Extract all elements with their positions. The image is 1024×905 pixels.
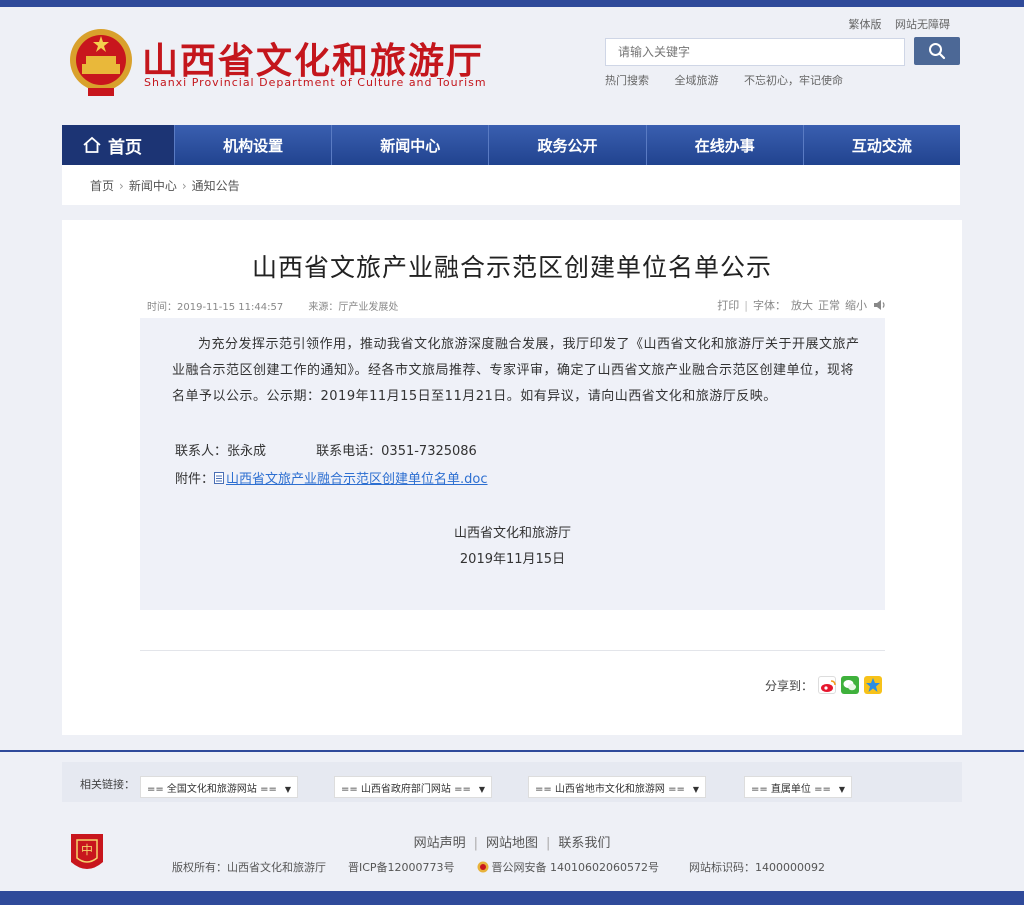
hot-word-link[interactable]: 不忘初心，牢记使命 (744, 74, 843, 87)
search-icon (929, 43, 946, 60)
doc-file-icon (214, 471, 225, 484)
wechat-icon[interactable] (841, 676, 859, 694)
breadcrumb-bar: 首页 › 新闻中心 › 通知公告 (62, 165, 960, 205)
footer-statement-link[interactable]: 网站声明 (414, 836, 466, 851)
caret-down-icon: ▼ (692, 785, 700, 794)
divider: | (546, 836, 551, 851)
breadcrumb-news[interactable]: 新闻中心 (129, 179, 177, 193)
select-provincial-departments-value: == 山西省政府部门网站 == (341, 784, 471, 795)
header: 山西省文化和旅游厅 Shanxi Provincial Department o… (62, 10, 962, 120)
article-source: 来源：厅产业发展处 (308, 302, 399, 313)
police-badge-icon (477, 861, 489, 873)
qzone-star-icon[interactable] (864, 676, 882, 694)
search-input[interactable] (605, 38, 905, 66)
top-strip (0, 0, 1024, 7)
nav-online-services[interactable]: 在线办事 (645, 125, 803, 165)
footer-contact-link[interactable]: 联系我们 (558, 836, 610, 851)
copyright-text: 版权所有：山西省文化和旅游厅 (172, 861, 326, 874)
search-button[interactable] (914, 37, 960, 65)
article: 山西省文旅产业融合示范区创建单位名单公示 时间：2019-11-15 11:44… (62, 220, 962, 735)
footer-info: 版权所有：山西省文化和旅游厅 晋ICP备12000773号 晋公网安备 1401… (172, 856, 848, 878)
divider: | (744, 298, 748, 312)
print-button[interactable]: 打印 (717, 297, 739, 313)
attachment-line: 附件： 山西省文旅产业融合示范区创建单位名单.doc (175, 468, 488, 487)
contact-person: 联系人：张永成 (175, 444, 267, 459)
site-id: 网站标识码：1400000092 (689, 861, 826, 874)
font-size-label: 字体： (753, 299, 786, 312)
select-city-sites-value: == 山西省地市文化和旅游网 == (535, 784, 685, 795)
article-title: 山西省文旅产业融合示范区创建单位名单公示 (251, 253, 772, 282)
nav-government-affairs[interactable]: 政务公开 (488, 125, 645, 165)
accessibility-link[interactable]: 网站无障碍 (895, 18, 950, 31)
share-bar: 分享到： (765, 676, 882, 694)
footer-divider (0, 750, 1024, 752)
attachment-link[interactable]: 山西省文旅产业融合示范区创建单位名单.doc (226, 468, 488, 487)
speaker-icon[interactable] (873, 299, 887, 311)
attachment-label: 附件： (175, 472, 215, 487)
breadcrumb-home[interactable]: 首页 (90, 179, 114, 193)
signature-org: 山西省文化和旅游厅 (453, 526, 571, 541)
hot-word-link[interactable]: 全域旅游 (675, 74, 719, 87)
font-smaller-button[interactable]: 缩小 (845, 297, 867, 313)
footer-sitemap-link[interactable]: 网站地图 (486, 836, 538, 851)
article-meta: 时间：2019-11-15 11:44:57 来源：厅产业发展处 (147, 298, 420, 313)
breadcrumb: 首页 › 新闻中心 › 通知公告 (90, 177, 240, 194)
nav-organization[interactable]: 机构设置 (174, 125, 331, 165)
bottom-strip (0, 891, 1024, 905)
article-tools: 打印 | 字体： 放大 正常 缩小 (717, 297, 887, 313)
select-national-sites[interactable]: == 全国文化和旅游网站 == ▼ (140, 776, 299, 798)
police-record[interactable]: 晋公网安备 14010602060572号 (477, 859, 681, 875)
select-affiliated-units-value: == 直属单位 == (751, 784, 831, 795)
font-normal-button[interactable]: 正常 (818, 297, 840, 313)
font-larger-button[interactable]: 放大 (791, 297, 813, 313)
publish-time: 时间：2019-11-15 11:44:57 (147, 302, 284, 313)
police-record-text: 晋公网安备 14010602060572号 (491, 861, 660, 874)
select-city-sites[interactable]: == 山西省地市文化和旅游网 == ▼ (528, 776, 707, 798)
contact-phone: 联系电话：0351-7325086 (316, 444, 477, 459)
top-links: 繁体版 网站无障碍 (839, 16, 951, 32)
main-nav: 首页 机构设置 新闻中心 政务公开 在线办事 互动交流 (62, 125, 960, 165)
select-affiliated-units[interactable]: == 直属单位 == ▼ (744, 776, 853, 798)
article-paragraph: 为充分发挥示范引领作用，推动我省文化旅游深度融合发展，我厅印发了《山西省文化和旅… (172, 337, 860, 404)
hot-search: 热门搜索 全域旅游 不忘初心，牢记使命 (605, 72, 865, 88)
caret-down-icon: ▼ (478, 785, 486, 794)
nav-home[interactable]: 首页 (62, 125, 174, 165)
hot-search-label: 热门搜索 (605, 74, 649, 87)
chevron-right-icon: › (119, 179, 124, 193)
nav-interaction[interactable]: 互动交流 (802, 125, 960, 165)
share-label: 分享到： (764, 678, 813, 693)
site-subtitle: Shanxi Provincial Department of Culture … (144, 76, 487, 89)
nav-news-center[interactable]: 新闻中心 (331, 125, 488, 165)
caret-down-icon: ▼ (284, 785, 292, 794)
traditional-chinese-link[interactable]: 繁体版 (849, 18, 882, 31)
footer: 中 网站声明 | 网站地图 | 联系我们 版权所有：山西省文化和旅游厅 晋ICP备120… (62, 812, 962, 882)
national-emblem-icon (70, 29, 132, 96)
footer-nav: 网站声明 | 网站地图 | 联系我们 (62, 832, 962, 851)
related-links-label: 相关链接： (80, 778, 135, 791)
select-national-sites-value: == 全国文化和旅游网站 == (147, 784, 277, 795)
icp-record[interactable]: 晋ICP备12000773号 (348, 859, 455, 875)
signature-date: 2019年11月15日 (459, 552, 566, 567)
select-provincial-departments[interactable]: == 山西省政府部门网站 == ▼ (334, 776, 493, 798)
weibo-icon[interactable] (818, 676, 836, 694)
divider (140, 650, 885, 651)
nav-home-label: 首页 (108, 137, 142, 158)
breadcrumb-notice[interactable]: 通知公告 (192, 179, 240, 193)
home-icon (83, 136, 101, 153)
divider: | (473, 836, 478, 851)
related-links-bar: 相关链接： == 全国文化和旅游网站 == ▼ == 山西省政府部门网站 == ▼ … (62, 762, 962, 802)
caret-down-icon: ▼ (838, 785, 846, 794)
article-content: 为充分发挥示范引领作用，推动我省文化旅游深度融合发展，我厅印发了《山西省文化和旅… (140, 318, 885, 610)
chevron-right-icon: › (181, 179, 187, 193)
contact-line: 联系人：张永成 联系电话：0351-7325086 (175, 440, 477, 459)
